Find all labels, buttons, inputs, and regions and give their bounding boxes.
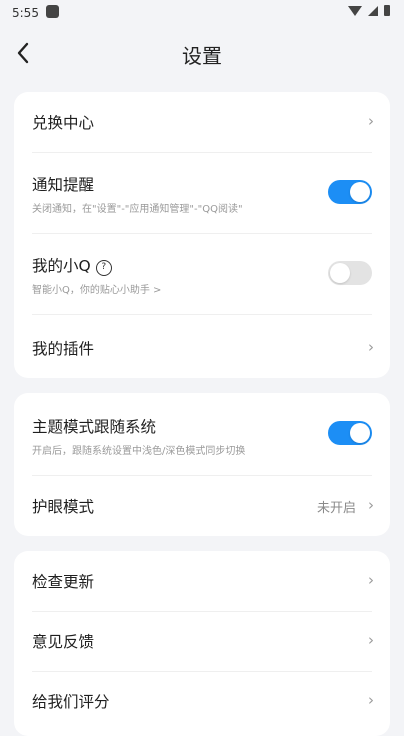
check-update-label: 检查更新 [32, 573, 95, 591]
battery-icon [384, 5, 390, 16]
notification-row: 通知提醒 关闭通知，在"设置"-"应用通知管理"-"QQ阅读" [14, 153, 390, 233]
signal-icon [368, 5, 378, 16]
feedback-label: 意见反馈 [32, 633, 95, 651]
toggle-knob [330, 263, 350, 283]
theme-follow-system-label: 主题模式跟随系统 [32, 418, 157, 436]
feedback-row[interactable]: 意见反馈 › [14, 612, 390, 671]
rate-us-row[interactable]: 给我们评分 › [14, 672, 390, 732]
xiaoq-toggle[interactable] [328, 261, 372, 285]
chevron-right-icon: › [368, 571, 374, 589]
exchange-center-label: 兑换中心 [32, 114, 95, 132]
my-plugins-label: 我的插件 [32, 340, 95, 358]
notification-icon [46, 5, 59, 18]
eye-protection-status: 未开启 [316, 501, 356, 516]
theme-follow-system-row: 主题模式跟随系统 开启后，跟随系统设置中浅色/深色模式同步切换 [14, 393, 390, 475]
notification-toggle[interactable] [328, 180, 372, 204]
status-bar: 5:55 [0, 0, 404, 26]
theme-follow-system-description: 开启后，跟随系统设置中浅色/深色模式同步切换 [32, 446, 246, 457]
rate-us-label: 给我们评分 [32, 693, 110, 711]
settings-card-about: 检查更新 › 意见反馈 › 给我们评分 › [14, 551, 390, 736]
notification-description: 关闭通知，在"设置"-"应用通知管理"-"QQ阅读" [32, 204, 243, 215]
toggle-knob [350, 423, 370, 443]
xiaoq-label: 我的小Q? [32, 254, 112, 276]
notification-label: 通知提醒 [32, 176, 95, 194]
wifi-icon [348, 5, 362, 16]
settings-card-general: 兑换中心 › 通知提醒 关闭通知，在"设置"-"应用通知管理"-"QQ阅读" 我… [14, 92, 390, 378]
xiaoq-label-text: 我的小Q [32, 257, 91, 275]
status-icons [348, 5, 390, 16]
xiaoq-row: 我的小Q? 智能小Q，你的贴心小助手 > [14, 234, 390, 314]
eye-protection-label: 护眼模式 [32, 498, 95, 516]
chevron-right-icon: › [368, 338, 374, 356]
chevron-right-icon: › [368, 112, 374, 130]
theme-follow-system-toggle[interactable] [328, 421, 372, 445]
page-title: 设置 [182, 44, 222, 68]
status-time: 5:55 [12, 6, 39, 20]
xiaoq-description-link[interactable]: 智能小Q，你的贴心小助手 > [32, 281, 161, 296]
toggle-knob [350, 182, 370, 202]
my-plugins-row[interactable]: 我的插件 › [14, 315, 390, 378]
eye-protection-row[interactable]: 护眼模式 未开启 › [14, 476, 390, 536]
help-icon[interactable]: ? [95, 260, 112, 276]
chevron-right-icon: › [368, 691, 374, 709]
chevron-right-icon: › [368, 496, 374, 514]
nav-bar: 设置 [0, 30, 404, 76]
exchange-center-row[interactable]: 兑换中心 › [14, 92, 390, 152]
chevron-right-icon: › [368, 631, 374, 649]
settings-card-display: 主题模式跟随系统 开启后，跟随系统设置中浅色/深色模式同步切换 护眼模式 未开启… [14, 393, 390, 536]
check-update-row[interactable]: 检查更新 › [14, 551, 390, 611]
